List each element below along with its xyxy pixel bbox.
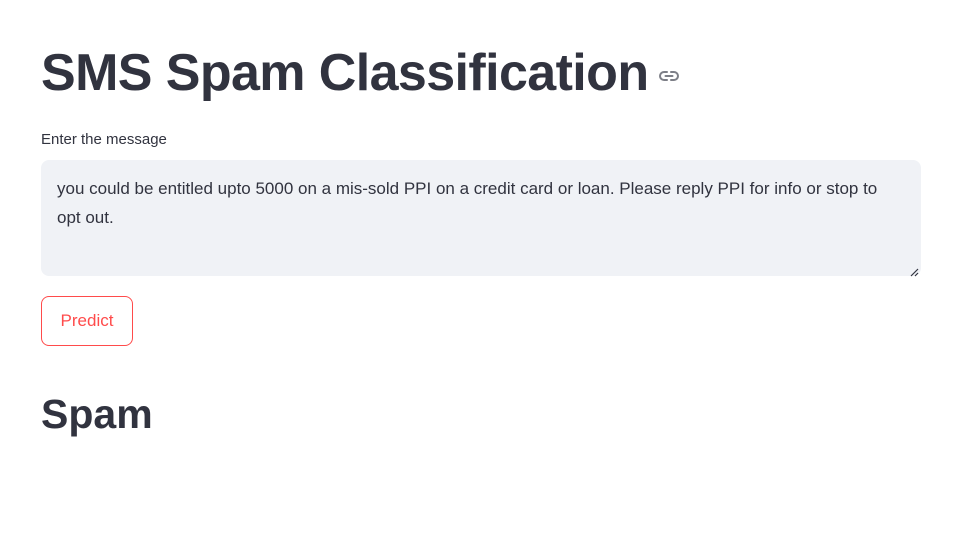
message-textarea-container: you could be entitled upto 5000 on a mis… (41, 160, 921, 277)
prediction-result: Spam (41, 391, 153, 437)
title-row: SMS Spam Classification (41, 40, 680, 106)
message-input[interactable]: you could be entitled upto 5000 on a mis… (41, 160, 921, 276)
message-label: Enter the message (41, 131, 167, 148)
link-icon[interactable] (659, 69, 680, 83)
resize-handle-icon[interactable] (909, 264, 919, 277)
page-title: SMS Spam Classification (41, 44, 649, 102)
predict-button[interactable]: Predict (41, 296, 133, 346)
